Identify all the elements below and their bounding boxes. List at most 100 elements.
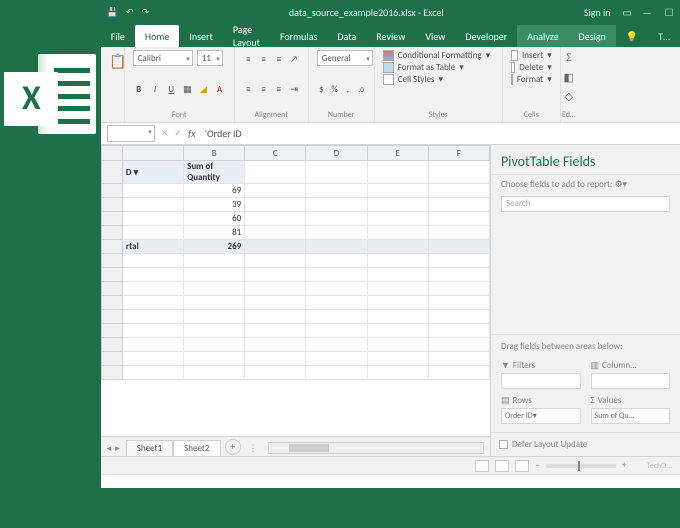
align-middle-icon[interactable]: ≡ — [258, 52, 269, 66]
tab-page-layout[interactable]: Page Layout — [223, 25, 270, 47]
new-sheet-button[interactable]: + — [225, 439, 241, 455]
tab-formulas[interactable]: Formulas — [270, 25, 327, 47]
increase-decimal-icon[interactable]: .0 — [356, 82, 365, 96]
tab-developer[interactable]: Developer — [455, 25, 517, 47]
font-color-icon[interactable]: A — [214, 82, 226, 96]
normal-view-button[interactable] — [475, 460, 489, 472]
cell[interactable]: 69 — [184, 184, 245, 198]
select-all-corner[interactable] — [101, 146, 122, 161]
tab-analyze[interactable]: Analyze — [517, 25, 568, 47]
delete-cells-button[interactable]: Delete ▾ — [511, 62, 552, 73]
column-header[interactable]: B — [184, 146, 245, 161]
status-bar: − + TechO… — [101, 456, 680, 474]
currency-icon[interactable]: $ — [317, 82, 326, 96]
group-clipboard: 📋 — [101, 47, 125, 122]
fill-color-icon[interactable]: ◢ — [197, 82, 209, 96]
column-header[interactable]: E — [367, 146, 428, 161]
tab-review[interactable]: Review — [366, 25, 415, 47]
orientation-icon[interactable]: ↗ — [288, 52, 299, 66]
cell[interactable]: 81 — [184, 226, 245, 240]
area-columns-drop[interactable] — [591, 373, 671, 389]
tab-home[interactable]: Home — [135, 25, 179, 47]
clear-icon[interactable]: ◇ — [564, 90, 572, 103]
sheet-nav-prev-icon[interactable]: ◂ — [107, 443, 112, 454]
enter-formula-icon[interactable]: ✓ — [171, 128, 185, 139]
zoom-in-button[interactable]: + — [622, 460, 626, 471]
cell[interactable]: 39 — [184, 198, 245, 212]
align-left-icon[interactable]: ≡ — [243, 82, 254, 96]
name-box[interactable] — [107, 125, 155, 142]
percent-icon[interactable]: % — [330, 82, 339, 96]
font-size-combo[interactable]: 11 — [197, 50, 223, 66]
comma-icon[interactable]: , — [343, 82, 352, 96]
font-name-combo[interactable]: Calibri — [133, 50, 193, 66]
field-list[interactable] — [491, 218, 680, 334]
worksheet-grid[interactable]: B C D E F D ▾ Sum of Quantity 69 39 60 8… — [101, 145, 490, 436]
align-bottom-icon[interactable]: ≡ — [273, 52, 284, 66]
field-search-input[interactable]: Search — [501, 196, 670, 212]
column-header[interactable] — [122, 146, 183, 161]
tab-insert[interactable]: Insert — [179, 25, 223, 47]
pivot-grand-total-label[interactable]: rtal — [122, 240, 183, 254]
italic-button[interactable]: I — [149, 82, 161, 96]
zoom-slider[interactable] — [546, 464, 616, 468]
underline-button[interactable]: U — [165, 82, 177, 96]
cancel-formula-icon[interactable]: ✕ — [158, 128, 172, 139]
row-header[interactable] — [101, 161, 122, 184]
insert-cells-button[interactable]: Insert ▾ — [511, 50, 552, 61]
align-right-icon[interactable]: ≡ — [273, 82, 284, 96]
tab-file[interactable]: File — [101, 25, 135, 47]
pivot-grand-total-value[interactable]: 269 — [184, 240, 245, 254]
border-icon[interactable]: ▦ — [181, 82, 193, 96]
pivot-value-label[interactable]: Sum of Quantity — [184, 161, 245, 184]
conditional-formatting-button[interactable]: Conditional Formatting ▾ — [383, 50, 494, 61]
sign-in-button[interactable]: Sign in — [572, 6, 623, 19]
area-values-label: Values — [598, 395, 622, 406]
sheet-tab-sheet1[interactable]: Sheet1 — [126, 440, 173, 456]
pivot-row-label[interactable]: D ▾ — [122, 161, 183, 184]
align-top-icon[interactable]: ≡ — [243, 52, 254, 66]
horizontal-scrollbar[interactable] — [268, 442, 485, 454]
column-header[interactable]: C — [245, 146, 306, 161]
column-header[interactable]: F — [428, 146, 489, 161]
minimize-button[interactable]: — — [636, 6, 658, 19]
formula-input[interactable]: 'Order ID — [199, 127, 680, 140]
format-cells-button[interactable]: Format ▾ — [511, 74, 552, 85]
redo-icon[interactable]: ↷ — [141, 7, 149, 18]
sheet-nav-next-icon[interactable]: ▸ — [115, 443, 120, 454]
sheet-tab-sheet2[interactable]: Sheet2 — [173, 440, 220, 456]
align-center-icon[interactable]: ≡ — [258, 82, 269, 96]
page-gutter — [101, 474, 680, 488]
cell-styles-button[interactable]: Cell Styles ▾ — [383, 74, 494, 85]
area-columns-label: Column… — [602, 360, 636, 371]
zoom-out-button[interactable]: − — [535, 460, 539, 471]
maximize-button[interactable]: ☐ — [658, 6, 680, 19]
tab-data[interactable]: Data — [327, 25, 366, 47]
tab-tell-me[interactable]: T… — [648, 25, 680, 47]
pane-settings-icon[interactable]: ⚙▾ — [614, 179, 627, 190]
column-header[interactable]: D — [306, 146, 367, 161]
number-format-combo[interactable]: General — [317, 50, 373, 66]
cell[interactable]: 60 — [184, 212, 245, 226]
format-as-table-button[interactable]: Format as Table ▾ — [383, 62, 494, 73]
group-label-styles: Styles — [383, 110, 494, 122]
bold-button[interactable]: B — [133, 82, 145, 96]
fill-icon[interactable]: ◧ — [564, 71, 574, 84]
area-filters-drop[interactable] — [501, 373, 581, 389]
area-values-drop[interactable]: Sum of Qu… — [591, 408, 671, 424]
autosum-icon[interactable]: Σ — [566, 51, 571, 64]
tab-view[interactable]: View — [415, 25, 455, 47]
group-label-font: Font — [133, 110, 226, 122]
defer-update-label: Defer Layout Update — [512, 439, 587, 450]
ribbon-display-options-icon[interactable]: ▭ — [623, 6, 636, 19]
tell-me-icon[interactable]: 💡 — [616, 25, 648, 47]
tab-design[interactable]: Design — [568, 25, 615, 47]
area-rows-drop[interactable]: Order ID ▾ — [501, 408, 581, 424]
defer-update-checkbox[interactable] — [499, 440, 508, 449]
undo-icon[interactable]: ↶ — [126, 7, 134, 18]
page-layout-view-button[interactable] — [495, 460, 509, 472]
page-break-view-button[interactable] — [515, 460, 529, 472]
fx-icon[interactable]: fx — [185, 127, 199, 140]
indent-icon[interactable]: ⇥ — [288, 82, 299, 96]
save-icon[interactable]: 💾 — [107, 7, 118, 18]
